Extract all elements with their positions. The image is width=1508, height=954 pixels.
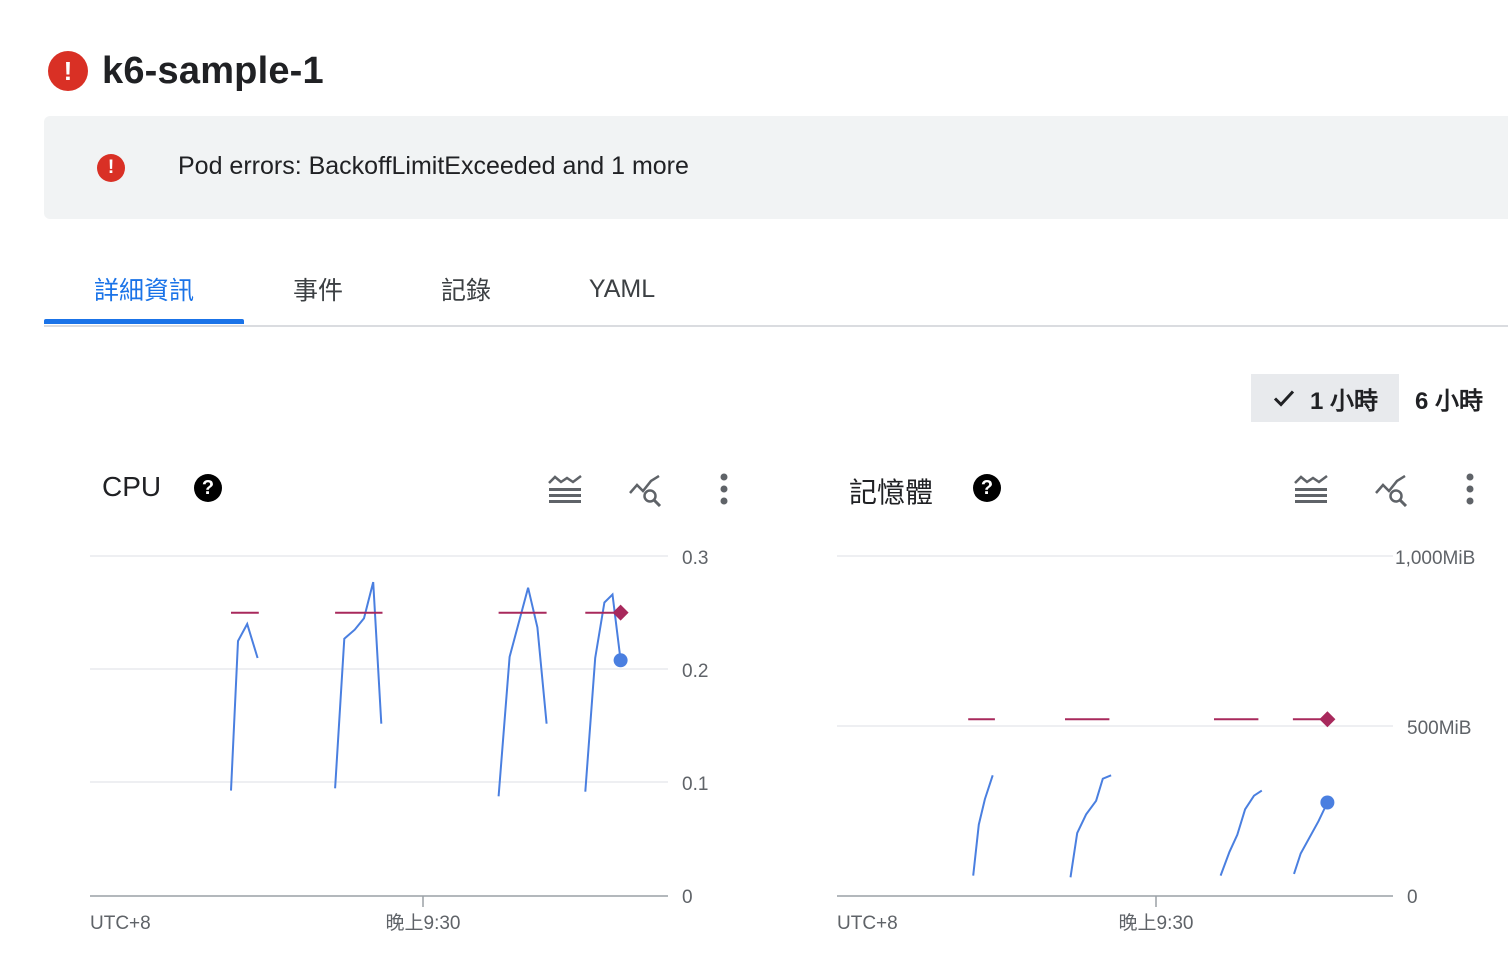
timezone-label: UTC+8	[90, 913, 151, 934]
usage-series-segment	[1069, 774, 1112, 878]
tab-bar: 詳細資訊 事件 記錄 YAML	[44, 256, 1508, 327]
usage-series-segment	[497, 587, 548, 797]
memory-chart-card: 記憶體 ? 1,000MiB 500MiB 0 UTC+8 晚上9:30	[754, 455, 1508, 954]
error-icon: !	[48, 51, 88, 91]
gridlines	[837, 555, 1393, 907]
error-icon: !	[97, 154, 125, 182]
y-tick-label: 500MiB	[1407, 718, 1471, 739]
usage-series-segment	[972, 774, 994, 876]
banner-message[interactable]: Pod errors: BackoffLimitExceeded and 1 m…	[178, 152, 689, 181]
y-tick-label: 0.1	[682, 774, 708, 795]
usage-last-point[interactable]	[613, 653, 628, 668]
usage-series-segment	[1293, 802, 1329, 875]
y-tick-label: 0.3	[682, 548, 708, 569]
timezone-label: UTC+8	[837, 913, 898, 934]
x-tick-label: 晚上9:30	[386, 912, 461, 934]
tab-yaml[interactable]: YAML	[564, 256, 680, 322]
title-row: ! k6-sample-1	[48, 50, 324, 92]
usage-series-segment	[230, 621, 259, 791]
tab-details[interactable]: 詳細資訊	[44, 256, 244, 322]
series-group	[968, 711, 1336, 878]
tab-events[interactable]: 事件	[266, 256, 370, 322]
usage-series-segment	[584, 592, 622, 792]
tab-logs[interactable]: 記錄	[414, 256, 518, 322]
range-6-hour-button[interactable]: 6 小時	[1415, 374, 1483, 422]
check-icon	[1273, 390, 1295, 407]
cpu-chart-card: CPU ? 0.3 0.2 0.1 0 UTC+8 晚上9:30	[0, 455, 754, 954]
usage-series-segment	[1219, 789, 1263, 876]
request-last-point[interactable]	[1319, 711, 1336, 728]
cpu-plot[interactable]: 0.3 0.2 0.1 0 UTC+8 晚上9:30	[0, 455, 754, 954]
error-banner: ! Pod errors: BackoffLimitExceeded and 1…	[44, 116, 1508, 219]
page-title: k6-sample-1	[102, 49, 324, 92]
gridlines	[90, 555, 668, 907]
y-tick-label: 0	[682, 887, 693, 908]
x-tick-label: 晚上9:30	[1119, 912, 1194, 934]
y-tick-label: 1,000MiB	[1395, 548, 1475, 569]
range-1-hour-label: 1 小時	[1309, 387, 1378, 415]
y-tick-label: 0	[1407, 887, 1418, 908]
time-range-selector: 1 小時 6 小時	[1251, 374, 1483, 422]
series-group	[230, 581, 629, 797]
memory-plot[interactable]: 1,000MiB 500MiB 0 UTC+8 晚上9:30	[754, 455, 1508, 954]
active-tab-indicator	[44, 319, 244, 324]
y-tick-label: 0.2	[682, 661, 708, 682]
usage-last-point[interactable]	[1320, 795, 1335, 810]
range-1-hour-button[interactable]: 1 小時	[1251, 374, 1399, 422]
